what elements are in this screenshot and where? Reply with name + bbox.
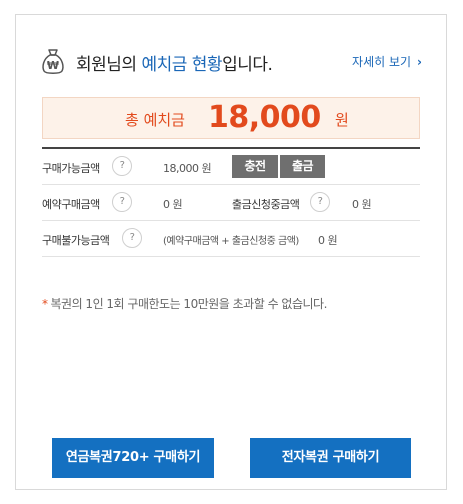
chevron-right-icon: ›	[417, 55, 422, 69]
total-deposit-label: 총 예치금	[125, 111, 185, 129]
total-deposit-box: 총 예치금 18,000 원	[42, 97, 420, 139]
unavailable-value: 0 원	[318, 234, 338, 247]
svg-text:₩: ₩	[47, 59, 59, 72]
withdraw-button[interactable]: 출금	[280, 155, 325, 178]
reserved-row: 예약구매금액 ? 0 원 출금신청중금액 ? 0 원	[42, 185, 420, 221]
card-header: ₩ 회원님의 예치금 현황입니다. 자세히 보기 ›	[40, 47, 422, 77]
total-deposit-amount: 18,000	[208, 100, 321, 135]
buy-electronic-lottery-button[interactable]: 전자복권 구매하기	[250, 438, 411, 478]
title-prefix: 회원님의	[76, 55, 142, 75]
withdraw-pending-help-icon[interactable]: ?	[310, 192, 330, 212]
purchasable-label: 구매가능금액	[42, 162, 100, 175]
purchasable-value: 18,000 원	[163, 162, 212, 175]
withdraw-pending-value: 0 원	[352, 198, 372, 211]
withdraw-pending-label: 출금신청중금액	[232, 198, 300, 211]
reserved-label: 예약구매금액	[42, 198, 100, 211]
unavailable-help-icon[interactable]: ?	[122, 228, 142, 248]
unavailable-row: 구매불가능금액 ? (예약구매금액 + 출금신청중 금액) 0 원	[42, 221, 420, 257]
deposit-details-table: 구매가능금액 ? 18,000 원 충전 출금 예약구매금액 ? 0 원 출금신…	[42, 147, 420, 257]
deposit-status-card: ₩ 회원님의 예치금 현황입니다. 자세히 보기 › 총 예치금 18,000 원…	[15, 14, 447, 490]
purchasable-help-icon[interactable]: ?	[112, 156, 132, 176]
notice-text: 복권의 1인 1회 구매한도는 10만원을 초과할 수 없습니다.	[50, 297, 328, 311]
purchasable-row: 구매가능금액 ? 18,000 원 충전 출금	[42, 149, 420, 185]
purchase-limit-notice: * 복권의 1인 1회 구매한도는 10만원을 초과할 수 없습니다.	[42, 295, 327, 312]
charge-button[interactable]: 충전	[232, 155, 278, 178]
notice-star: *	[42, 297, 48, 311]
view-details-link[interactable]: 자세히 보기 ›	[352, 53, 422, 70]
unavailable-label: 구매불가능금액	[42, 234, 110, 247]
title-highlight: 예치금 현황	[141, 55, 223, 75]
total-deposit-unit: 원	[335, 111, 349, 129]
money-bag-icon: ₩	[40, 47, 66, 75]
page-title: 회원님의 예치금 현황입니다.	[76, 50, 273, 75]
reserved-help-icon[interactable]: ?	[112, 192, 132, 212]
reserved-value: 0 원	[163, 198, 183, 211]
unavailable-formula: (예약구매금액 + 출금신청중 금액)	[163, 236, 299, 247]
view-details-label: 자세히 보기	[352, 55, 412, 69]
buy-pension-lottery-button[interactable]: 연금복권720+ 구매하기	[52, 438, 214, 478]
title-suffix: 입니다.	[222, 55, 273, 75]
